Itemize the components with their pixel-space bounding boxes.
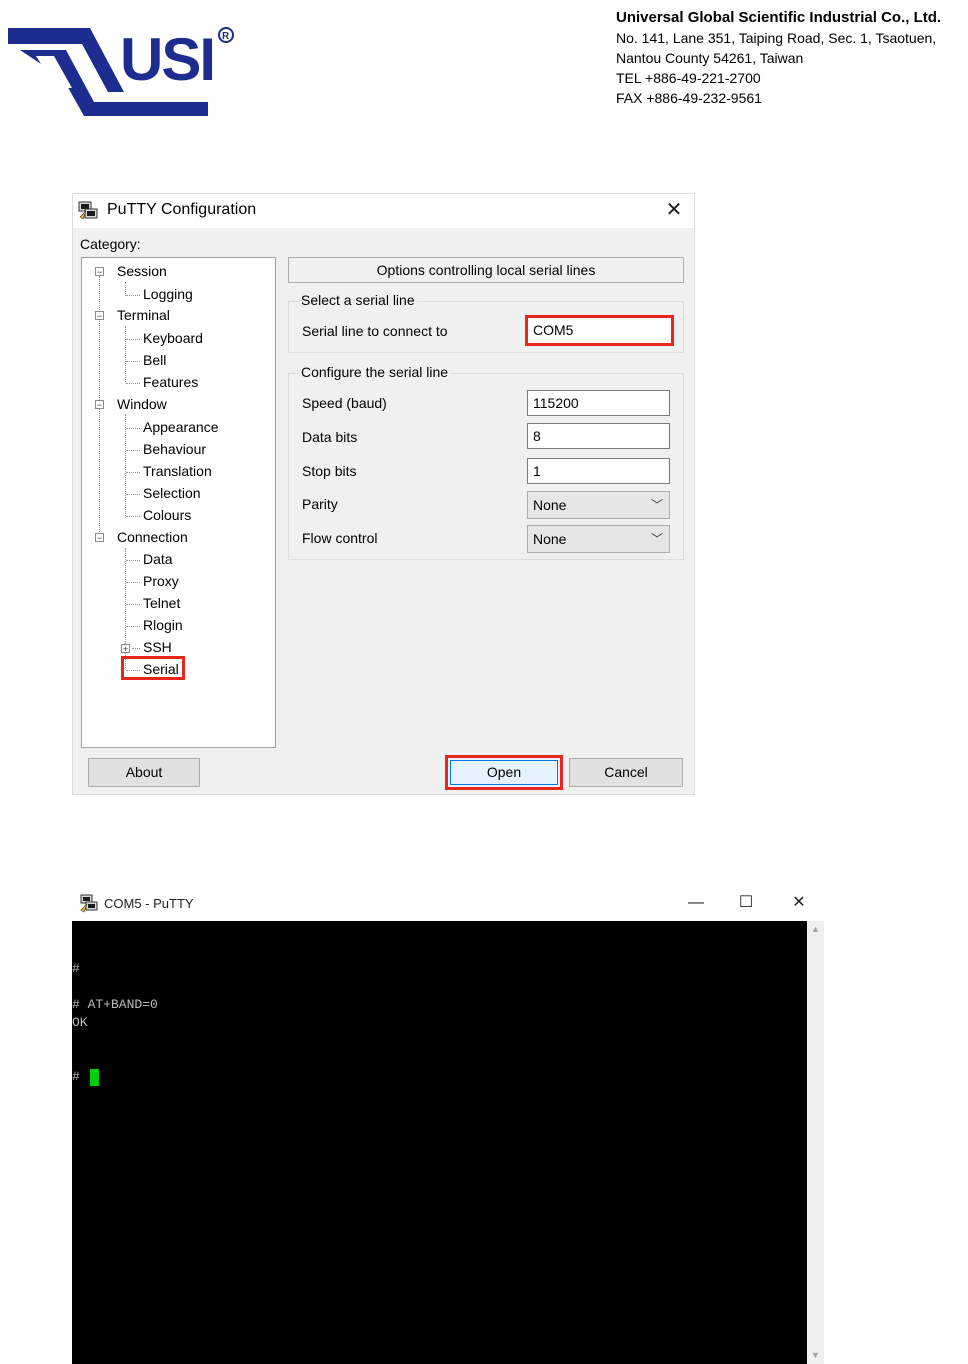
tree-item-logging[interactable]: Logging: [143, 285, 193, 303]
parity-select-value: None: [533, 497, 567, 513]
open-button[interactable]: Open: [445, 755, 563, 790]
terminal-title: COM5 - PuTTY: [104, 896, 194, 911]
tree-item-colours[interactable]: Colours: [143, 506, 191, 524]
tree-line: [126, 604, 140, 605]
company-name: Universal Global Scientific Industrial C…: [616, 9, 942, 26]
data-bits-label: Data bits: [302, 429, 358, 445]
tree-item-telnet[interactable]: Telnet: [143, 594, 180, 612]
tree-item-proxy[interactable]: Proxy: [143, 572, 179, 590]
parity-select[interactable]: None ﹀: [527, 491, 670, 519]
collapse-icon[interactable]: −: [95, 400, 104, 410]
maximize-icon[interactable]: ☐: [734, 892, 758, 914]
svg-text:USI: USI: [120, 26, 214, 93]
tree-line: [126, 339, 140, 340]
chevron-down-icon: ﹀: [650, 498, 663, 512]
tree-item-ssh[interactable]: SSH: [143, 638, 172, 656]
tree-item-selection[interactable]: Selection: [143, 484, 201, 502]
putty-terminal-window: COM5 - PuTTY — ☐ ✕ # # AT+BAND=0 OK # ▲ …: [72, 886, 824, 1364]
svg-text:R: R: [222, 31, 230, 42]
scroll-up-icon[interactable]: ▲: [807, 921, 824, 938]
tree-item-bell[interactable]: Bell: [143, 351, 166, 369]
minimize-icon[interactable]: —: [684, 892, 708, 914]
dialog-title: PuTTY Configuration: [107, 201, 257, 218]
tree-item-rlogin[interactable]: Rlogin: [143, 616, 183, 634]
company-address-line1: No. 141, Lane 351, Taiping Road, Sec. 1,…: [616, 30, 937, 46]
terminal-line: #: [72, 1069, 80, 1084]
serial-highlight-box: [121, 656, 185, 680]
stop-bits-label: Stop bits: [302, 463, 357, 479]
collapse-icon[interactable]: −: [95, 533, 104, 543]
tree-line: [126, 494, 140, 495]
close-icon[interactable]: ✕: [664, 199, 684, 221]
tree-item-translation[interactable]: Translation: [143, 462, 212, 480]
open-button-focus-ring: [450, 760, 558, 785]
speed-input[interactable]: 115200: [527, 390, 670, 416]
tree-line: [125, 282, 126, 296]
tree-item-appearance[interactable]: Appearance: [143, 418, 219, 436]
close-icon[interactable]: ✕: [787, 892, 811, 914]
data-bits-input[interactable]: 8: [527, 423, 670, 449]
tree-line: [126, 626, 140, 627]
serial-line-label: Serial line to connect to: [302, 323, 448, 339]
select-serial-line-label: Select a serial line: [299, 292, 417, 308]
tree-line: [132, 648, 140, 649]
putty-configuration-dialog: PuTTY Configuration ✕ Category: − Sessio…: [72, 193, 695, 795]
putty-app-icon: [80, 894, 98, 913]
vertical-scrollbar[interactable]: ▲ ▼: [807, 921, 824, 1364]
tree-item-session[interactable]: Session: [117, 262, 167, 280]
usi-logo: USI R: [8, 26, 234, 116]
flow-control-select-value: None: [533, 531, 567, 547]
terminal-line: #: [72, 961, 80, 976]
tree-item-behaviour[interactable]: Behaviour: [143, 440, 206, 458]
company-info: Universal Global Scientific Industrial C…: [616, 8, 941, 108]
scroll-down-icon[interactable]: ▼: [807, 1347, 824, 1364]
tree-item-window[interactable]: Window: [117, 395, 167, 413]
expand-icon[interactable]: +: [121, 644, 130, 654]
tree-item-terminal[interactable]: Terminal: [117, 306, 170, 324]
serial-line-input[interactable]: COM5: [525, 315, 674, 346]
stop-bits-input[interactable]: 1: [527, 458, 670, 484]
tree-line: [126, 582, 140, 583]
tree-line: [126, 450, 140, 451]
flow-control-select[interactable]: None ﹀: [527, 525, 670, 553]
tree-line: [126, 560, 140, 561]
tree-line: [126, 383, 140, 384]
terminal-cursor: [90, 1069, 99, 1086]
tree-line: [126, 361, 140, 362]
configure-serial-line-label: Configure the serial line: [299, 364, 451, 380]
category-label: Category:: [80, 236, 141, 252]
category-tree[interactable]: − Session Logging − Terminal Keyboard Be…: [81, 257, 276, 748]
cancel-button[interactable]: Cancel: [569, 758, 683, 787]
tree-line: [126, 295, 140, 296]
company-address-line2: Nantou County 54261, Taiwan: [616, 50, 804, 66]
putty-app-icon: [78, 201, 98, 220]
tree-line: [126, 516, 140, 517]
tree-item-keyboard[interactable]: Keyboard: [143, 329, 203, 347]
terminal-line: # AT+BAND=0: [72, 997, 158, 1012]
terminal-screen[interactable]: # # AT+BAND=0 OK #: [72, 921, 807, 1364]
collapse-icon[interactable]: −: [95, 267, 104, 277]
collapse-icon[interactable]: −: [95, 311, 104, 321]
company-fax: FAX +886-49-232-9561: [616, 90, 762, 106]
flow-control-label: Flow control: [302, 530, 378, 546]
tree-line: [125, 326, 126, 382]
company-tel: TEL +886-49-221-2700: [616, 70, 761, 86]
terminal-titlebar[interactable]: COM5 - PuTTY — ☐ ✕: [72, 886, 824, 921]
speed-label: Speed (baud): [302, 395, 387, 411]
panel-header: Options controlling local serial lines: [288, 257, 684, 283]
terminal-line: OK: [72, 1015, 88, 1030]
parity-label: Parity: [302, 496, 338, 512]
tree-line: [126, 428, 140, 429]
about-button[interactable]: About: [88, 758, 200, 787]
chevron-down-icon: ﹀: [650, 532, 663, 546]
tree-item-connection[interactable]: Connection: [117, 528, 188, 546]
tree-line: [126, 472, 140, 473]
tree-item-data[interactable]: Data: [143, 550, 173, 568]
dialog-titlebar[interactable]: PuTTY Configuration ✕: [73, 194, 694, 228]
tree-item-features[interactable]: Features: [143, 373, 198, 391]
tree-line: [125, 414, 126, 516]
